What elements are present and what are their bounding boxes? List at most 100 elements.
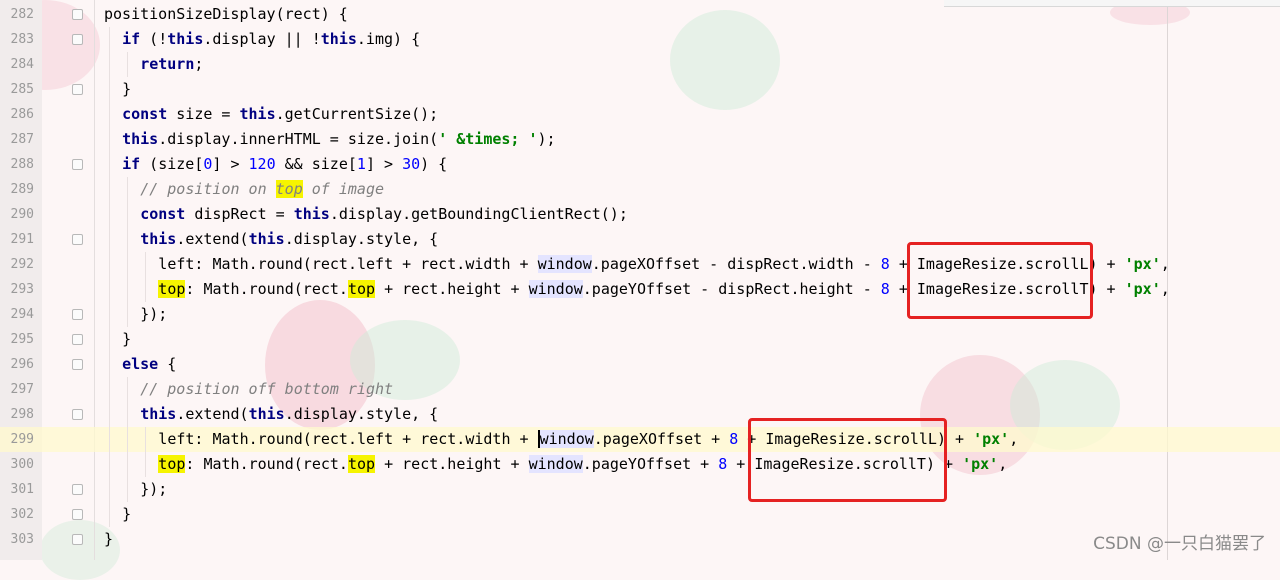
- indent-guide: [109, 177, 110, 202]
- code-content[interactable]: this.extend(this.display.style, {: [140, 227, 438, 252]
- code-text: .display.innerHTML = size.join(: [158, 130, 439, 148]
- code-content[interactable]: // position off bottom right: [140, 377, 393, 402]
- line-number: 298: [10, 407, 34, 422]
- code-content[interactable]: this.display.innerHTML = size.join(' &ti…: [122, 127, 556, 152]
- code-text: .pageYOffset - dispRect.height -: [582, 280, 881, 298]
- indent-guide: [109, 52, 110, 77]
- line-number: 284: [10, 57, 34, 72]
- number-token: 120: [248, 155, 276, 173]
- code-line[interactable]: 295}: [0, 327, 1280, 352]
- code-content[interactable]: if (size[0] > 120 && size[1] > 30) {: [122, 152, 447, 177]
- keyword-token: const: [122, 105, 168, 123]
- code-text: ,: [1009, 430, 1019, 448]
- code-content[interactable]: const size = this.getCurrentSize();: [122, 102, 438, 127]
- code-content[interactable]: }: [104, 527, 113, 552]
- keyword-token: if: [122, 155, 141, 173]
- fold-toggle-icon[interactable]: [72, 534, 83, 545]
- indent-guide: [109, 352, 110, 377]
- indent-guide: [127, 277, 129, 302]
- keyword-token: this: [140, 230, 177, 248]
- code-line[interactable]: 302}: [0, 502, 1280, 527]
- search-highlight: top: [347, 280, 376, 298]
- keyword-token: this: [140, 405, 177, 423]
- indent-guide: [109, 377, 110, 402]
- code-text: ] >: [365, 155, 403, 173]
- code-content[interactable]: this.extend(this.display.style, {: [140, 402, 438, 427]
- number-token: 8: [880, 255, 890, 273]
- fold-toggle-icon[interactable]: [72, 334, 83, 345]
- code-text: ,: [998, 455, 1008, 473]
- identifier-highlight: window: [528, 280, 583, 298]
- code-content[interactable]: return;: [140, 52, 203, 77]
- code-line[interactable]: 300 top: Math.round(rect.top + rect.heigh…: [0, 452, 1280, 477]
- line-number: 303: [10, 532, 34, 547]
- code-text: .display || !: [203, 30, 321, 48]
- fold-toggle-icon[interactable]: [72, 234, 83, 245]
- keyword-token: this: [122, 130, 159, 148]
- code-content[interactable]: else {: [122, 352, 176, 377]
- code-line[interactable]: 285}: [0, 77, 1280, 102]
- line-number: 292: [10, 257, 34, 272]
- indent-guide: [145, 277, 147, 302]
- fold-toggle-icon[interactable]: [72, 159, 83, 170]
- fold-toggle-icon[interactable]: [72, 409, 83, 420]
- fold-toggle-icon[interactable]: [72, 84, 83, 95]
- code-text: }: [122, 80, 132, 98]
- fold-toggle-icon[interactable]: [72, 34, 83, 45]
- indent-guide: [109, 402, 110, 427]
- code-line[interactable]: 282 positionSizeDisplay(rect) {: [0, 2, 1280, 27]
- code-content[interactable]: });: [140, 302, 167, 327]
- code-line[interactable]: 303}: [0, 527, 1280, 552]
- comment-token: // position on: [140, 180, 276, 198]
- keyword-token: if: [122, 30, 141, 48]
- code-content[interactable]: if (!this.display || !this.img) {: [122, 27, 420, 52]
- code-content[interactable]: });: [140, 477, 167, 502]
- code-line[interactable]: 299 left: Math.round(rect.left + rect.wid…: [0, 427, 1280, 452]
- string-token: 'px': [1124, 280, 1161, 298]
- line-number: 286: [10, 107, 34, 122]
- comment-token: of image: [302, 180, 385, 198]
- line-number: 300: [10, 457, 34, 472]
- code-line[interactable]: 288 if (size[0] > 120 && size[1] > 30) {: [0, 152, 1280, 177]
- line-number: 299: [10, 432, 34, 447]
- fold-toggle-icon[interactable]: [72, 9, 83, 20]
- code-content[interactable]: positionSizeDisplay(rect) {: [104, 2, 348, 27]
- line-number: 297: [10, 382, 34, 397]
- code-content[interactable]: }: [122, 77, 131, 102]
- fold-toggle-icon[interactable]: [72, 309, 83, 320]
- indent-guide: [127, 402, 129, 427]
- line-number: 291: [10, 232, 34, 247]
- indent-guide: [127, 227, 129, 252]
- code-text: .img) {: [356, 30, 421, 48]
- code-line[interactable]: 297 // position off bottom right: [0, 377, 1280, 402]
- line-number: 296: [10, 357, 34, 372]
- code-line[interactable]: 284 return;: [0, 52, 1280, 77]
- code-content[interactable]: }: [122, 502, 131, 527]
- code-line[interactable]: 289 // position on top of image: [0, 177, 1280, 202]
- code-content[interactable]: // position on top of image: [140, 177, 384, 202]
- fold-toggle-icon[interactable]: [72, 359, 83, 370]
- code-text: + rect.height +: [375, 455, 529, 473]
- code-line[interactable]: 296 else {: [0, 352, 1280, 377]
- code-text: .extend(: [176, 230, 249, 248]
- indent-guide: [109, 327, 110, 352]
- code-line[interactable]: 290 const dispRect = this.display.getBoun…: [0, 202, 1280, 227]
- number-token: 8: [718, 455, 728, 473]
- code-text: {: [158, 355, 177, 373]
- code-line[interactable]: 287 this.display.innerHTML = size.join(' …: [0, 127, 1280, 152]
- code-line[interactable]: 283 if (!this.display || !this.img) {: [0, 27, 1280, 52]
- fold-toggle-icon[interactable]: [72, 484, 83, 495]
- line-number: 301: [10, 482, 34, 497]
- identifier-highlight: window: [528, 455, 583, 473]
- code-content[interactable]: }: [122, 327, 131, 352]
- code-line[interactable]: 301});: [0, 477, 1280, 502]
- code-line[interactable]: 298 this.extend(this.display.style, {: [0, 402, 1280, 427]
- indent-guide: [109, 152, 110, 177]
- keyword-token: this: [320, 30, 357, 48]
- code-line[interactable]: 286 const size = this.getCurrentSize();: [0, 102, 1280, 127]
- number-token: 8: [880, 280, 890, 298]
- fold-toggle-icon[interactable]: [72, 509, 83, 520]
- code-text: size =: [167, 105, 240, 123]
- indent-guide: [127, 202, 129, 227]
- code-content[interactable]: const dispRect = this.display.getBoundin…: [140, 202, 628, 227]
